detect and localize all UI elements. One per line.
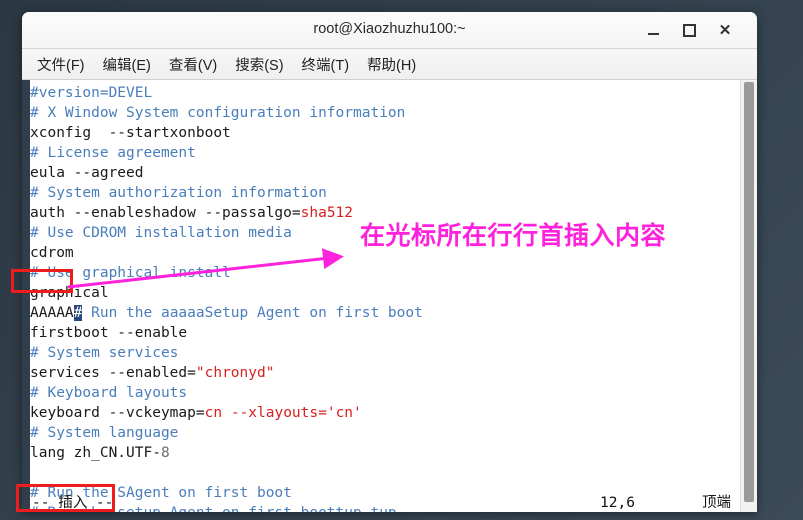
editor-line: # System authorization information: [30, 183, 735, 203]
editor-line: #version=DEVEL: [30, 83, 735, 103]
editor-text-span: --xlayouts='cn': [230, 405, 362, 421]
editor-text-span: # X Window System configuration informat…: [30, 105, 406, 121]
editor-text-span: # System services: [30, 345, 179, 361]
editor-line: graphical: [30, 283, 735, 303]
editor-text-span: graphical: [30, 285, 109, 301]
menu-item-search[interactable]: 搜索(S): [226, 51, 292, 78]
editor-text-span: # License agreement: [30, 145, 196, 161]
editor-text-span: # System authorization information: [30, 185, 327, 201]
editor-text-span: Run the aaaaaSetup Agent on first boot: [82, 305, 423, 321]
menu-item-edit[interactable]: 编辑(E): [94, 51, 160, 78]
status-mode: -- 插入 --: [32, 495, 114, 511]
editor-line: # System services: [30, 343, 735, 363]
maximize-button[interactable]: [679, 20, 699, 40]
close-icon: ✕: [718, 21, 732, 39]
editor-line: # Keyboard layouts: [30, 383, 735, 403]
menu-item-file[interactable]: 文件(F): [28, 51, 94, 78]
editor-text-span: # Use CDROM installation media: [30, 225, 292, 241]
editor-line: firstboot --enable: [30, 323, 735, 343]
editor-line: # License agreement: [30, 143, 735, 163]
editor-line: # Use graphical install: [30, 263, 735, 283]
vim-status-line: -- 插入 -- 12,6 顶端: [30, 492, 735, 512]
editor-text-span: auth --enableshadow --passalgo=: [30, 205, 301, 221]
editor-text-span: # Keyboard layouts: [30, 385, 188, 401]
menu-item-view[interactable]: 查看(V): [160, 51, 226, 78]
menu-item-terminal[interactable]: 终端(T): [293, 51, 359, 78]
scrollbar[interactable]: [740, 80, 757, 512]
minimize-button[interactable]: [643, 20, 663, 40]
editor-text-span: [222, 405, 231, 421]
menu-item-help[interactable]: 帮助(H): [358, 51, 425, 78]
editor-text-span: keyboard --vckeymap=: [30, 405, 205, 421]
screen: root@Xiaozhuzhu100:~ ✕ 文件(F) 编辑(E) 查看(V)…: [0, 0, 803, 520]
close-button[interactable]: ✕: [715, 20, 735, 40]
editor-text-span: eula --agreed: [30, 165, 144, 181]
editor-line: services --enabled="chronyd": [30, 363, 735, 383]
maximize-icon: [682, 23, 696, 37]
editor-text-span: xconfig --startxonboot: [30, 125, 231, 141]
editor-text-span: firstboot --enable: [30, 325, 188, 341]
editor-text-span: #version=DEVEL: [30, 85, 153, 101]
editor-line: lang zh_CN.UTF-8: [30, 443, 735, 463]
terminal-left-gutter: [22, 80, 30, 512]
editor-text-span: AAAAA: [30, 305, 74, 321]
terminal-body[interactable]: #version=DEVEL # X Window System configur…: [22, 80, 757, 512]
annotation-label: 在光标所在行行首插入内容: [360, 221, 667, 250]
editor-text-span: lang zh_CN.UTF-: [30, 445, 161, 461]
editor-line: eula --agreed: [30, 163, 735, 183]
editor-text-span: services --enabled=: [30, 365, 196, 381]
editor-text-span: cn: [204, 405, 223, 421]
scrollbar-thumb[interactable]: [744, 82, 754, 502]
minimize-icon: [647, 32, 659, 35]
editor-line: # System language: [30, 423, 735, 443]
editor-text-span: 8: [160, 445, 170, 461]
titlebar[interactable]: root@Xiaozhuzhu100:~ ✕: [22, 12, 757, 49]
editor-line: keyboard --vckeymap=cn --xlayouts='cn': [30, 403, 735, 423]
editor-text-span: # Use graphical install: [30, 265, 231, 281]
editor-line: # X Window System configuration informat…: [30, 103, 735, 123]
status-scroll-indicator: 顶端: [702, 495, 731, 511]
editor-line: AAAAA# Run the aaaaaSetup Agent on first…: [30, 303, 735, 323]
editor-text-span: cdrom: [30, 245, 74, 261]
editor-content[interactable]: #version=DEVEL # X Window System configur…: [30, 83, 735, 512]
terminal-window: root@Xiaozhuzhu100:~ ✕ 文件(F) 编辑(E) 查看(V)…: [22, 12, 757, 512]
editor-text-span: "chronyd": [195, 365, 275, 381]
editor-line: xconfig --startxonboot: [30, 123, 735, 143]
editor-text-span: # System language: [30, 425, 179, 441]
editor-text-span: sha512: [300, 205, 354, 221]
status-cursor-position: 12,6: [600, 495, 635, 511]
menubar: 文件(F) 编辑(E) 查看(V) 搜索(S) 终端(T) 帮助(H): [22, 49, 757, 80]
